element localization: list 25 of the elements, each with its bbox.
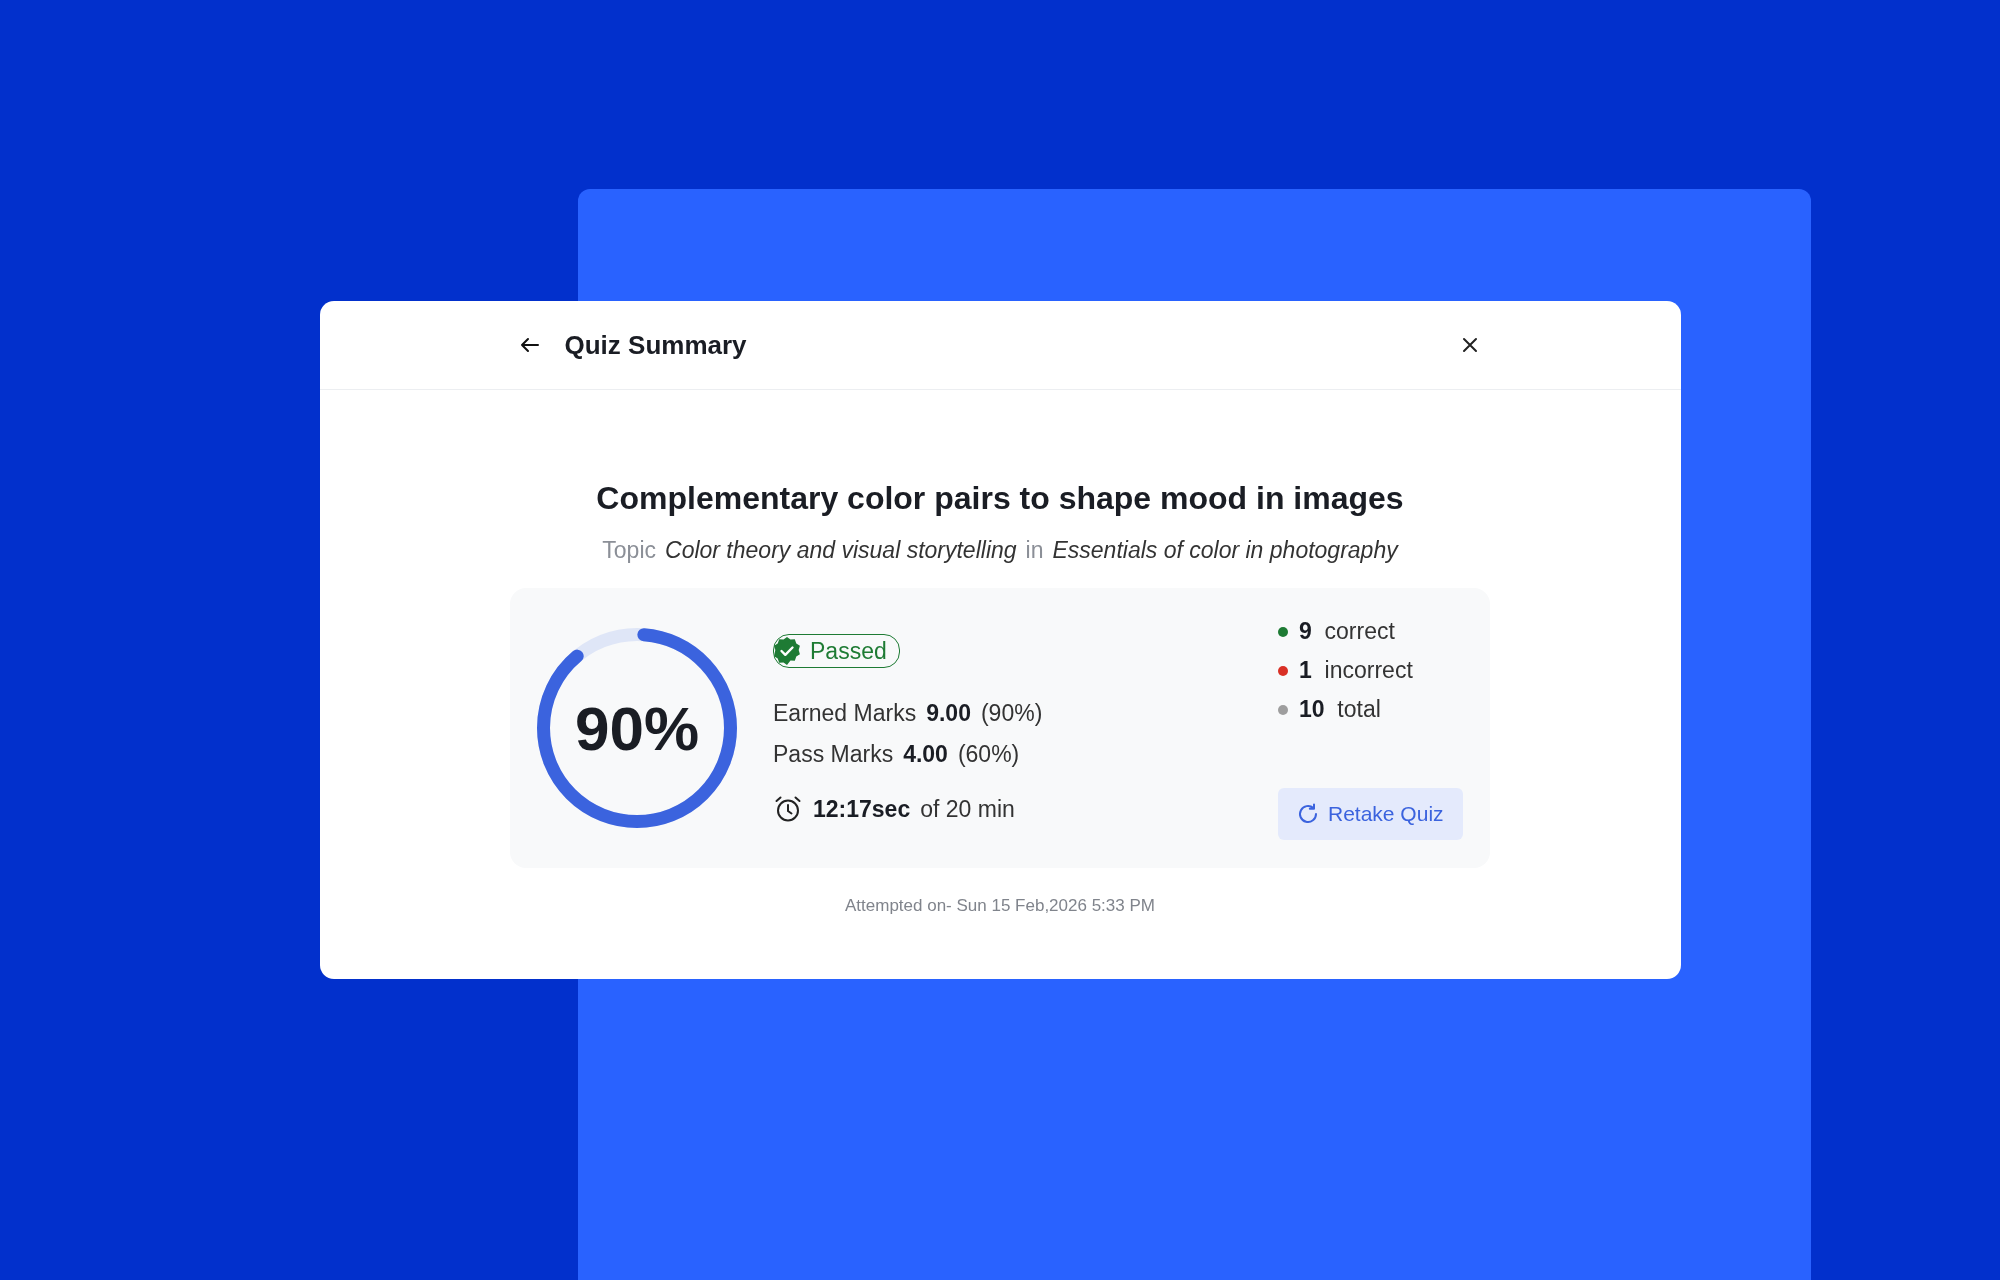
time-taken: 12:17sec xyxy=(813,795,911,823)
in-label: in xyxy=(1025,537,1044,564)
badge-check-icon xyxy=(772,636,802,666)
score-percent: 90% xyxy=(573,692,701,764)
status-badge: Passed xyxy=(773,634,900,668)
marks-value: 4.00 xyxy=(903,741,948,768)
attempted-date: Attempted on- Sun 15 Feb,2026 5:33 PM xyxy=(845,896,1155,916)
time-limit: of 20 min xyxy=(920,795,1015,823)
marks-percent: (90%) xyxy=(980,700,1043,727)
answer-count: 9 correct xyxy=(1299,620,1395,643)
retake-quiz-button[interactable]: Retake Quiz xyxy=(1278,788,1463,840)
quiz-title: Complementary color pairs to shape mood in images xyxy=(596,480,1404,517)
close-icon[interactable] xyxy=(1460,336,1479,354)
answer-count: 10 total xyxy=(1299,698,1381,721)
alarm-clock-icon xyxy=(773,794,803,824)
refresh-icon xyxy=(1296,802,1320,826)
marks-label: Earned Marks xyxy=(773,700,917,727)
answer-count: 1 incorrect xyxy=(1299,659,1413,682)
marks-value: 9.00 xyxy=(926,700,971,727)
dialog-title: Quiz Summary xyxy=(564,329,747,361)
topic-label: Topic xyxy=(602,537,656,564)
course-name: Essentials of color in photography xyxy=(1052,537,1398,564)
marks-label: Pass Marks xyxy=(773,741,894,768)
topic-name: Color theory and visual storytelling xyxy=(665,537,1017,564)
marks-percent: (60%) xyxy=(957,741,1020,768)
